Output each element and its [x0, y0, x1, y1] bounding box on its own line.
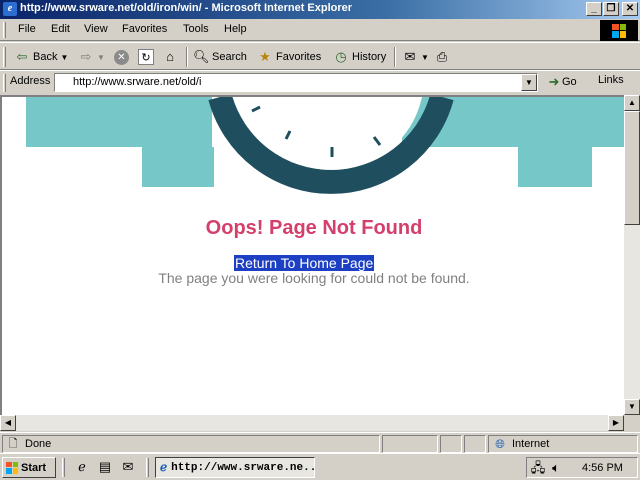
- home-icon: ⌂: [166, 49, 174, 64]
- mail-icon: ✉: [404, 49, 416, 64]
- address-box[interactable]: ▼: [54, 73, 538, 92]
- system-tray: 🖧︎ 🔈︎ 4:56 PM: [526, 457, 638, 478]
- start-label: Start: [21, 461, 47, 474]
- status-text: Done: [25, 438, 52, 450]
- volume-icon[interactable]: 🔈︎: [548, 460, 564, 476]
- favorites-label: Favorites: [276, 51, 322, 63]
- toolbar-grip: [3, 47, 6, 67]
- search-icon: 🔍︎: [193, 49, 210, 64]
- history-icon: ◷: [335, 49, 347, 64]
- not-found-message: The page you were looking for could not …: [158, 270, 470, 286]
- forward-button[interactable]: ⇨ ▼: [78, 48, 105, 66]
- back-button[interactable]: ⇦ Back ▼: [14, 48, 69, 66]
- go-label: Go: [562, 76, 577, 88]
- ie-icon: e: [3, 2, 17, 16]
- quicklaunch-grip: [62, 458, 65, 477]
- home-button[interactable]: ⌂: [162, 48, 178, 66]
- taskbar-grip: [146, 458, 149, 477]
- menu-view[interactable]: View: [84, 23, 108, 35]
- windows-logo: [600, 20, 638, 41]
- teal-block-left: [26, 97, 214, 187]
- print-button[interactable]: ⎙: [434, 48, 450, 66]
- taskbar: Start ℯ ▤ ✉ ℯ http://www.srware.ne... 🖧︎…: [0, 453, 640, 480]
- scroll-up-icon[interactable]: ▲: [624, 95, 640, 111]
- chevron-down-icon[interactable]: ▼: [97, 53, 105, 62]
- vertical-scrollbar[interactable]: ▲ ▼: [624, 95, 640, 415]
- page-viewport: Oops! Page Not Found Return To Home Page…: [0, 95, 624, 415]
- status-text-panel: 🗋︎ Done: [2, 435, 380, 453]
- clock-time[interactable]: 4:56 PM: [582, 462, 623, 474]
- favorites-button[interactable]: ★ Favorites: [257, 48, 321, 66]
- forward-arrow-icon: ⇨: [80, 49, 92, 64]
- minimize-button[interactable]: _: [586, 2, 602, 16]
- links-button[interactable]: Links: [598, 74, 624, 86]
- title-bar[interactable]: e http://www.srware.net/old/iron/win/ - …: [0, 0, 640, 19]
- history-label: History: [352, 51, 387, 63]
- search-label: Search: [212, 51, 247, 63]
- windows-flag-icon: [6, 461, 18, 474]
- scroll-thumb[interactable]: [624, 111, 640, 225]
- ie-icon: ℯ: [160, 460, 168, 475]
- stop-icon: ✕: [114, 49, 129, 65]
- scroll-down-icon[interactable]: ▼: [624, 399, 640, 415]
- network-icon[interactable]: 🖧︎: [530, 460, 546, 476]
- address-label: Address: [10, 75, 51, 87]
- scroll-corner: [624, 415, 640, 431]
- menu-favorites[interactable]: Favorites: [122, 23, 167, 35]
- scroll-left-icon[interactable]: ◀: [0, 415, 16, 431]
- close-button[interactable]: ✕: [622, 2, 638, 16]
- status-panel: [464, 435, 486, 453]
- address-bar: Address ▼ ➜ Go Links: [0, 70, 640, 94]
- toolbar-separator: [394, 47, 396, 67]
- search-button[interactable]: 🔍︎ Search: [193, 48, 247, 66]
- outlook-icon[interactable]: ✉: [120, 459, 136, 475]
- menu-help[interactable]: Help: [224, 23, 247, 35]
- menu-bar: File Edit View Favorites Tools Help: [0, 19, 640, 41]
- globe-icon: 🌐︎: [495, 437, 505, 451]
- status-panel: [382, 435, 438, 453]
- start-button[interactable]: Start: [2, 457, 56, 478]
- go-arrow-icon: ➜: [548, 74, 560, 89]
- page-heading: Oops! Page Not Found: [205, 217, 423, 239]
- horizontal-scrollbar[interactable]: ◀ ▶: [0, 415, 624, 431]
- return-home-link[interactable]: Return To Home Page: [234, 255, 375, 271]
- task-label: http://www.srware.ne...: [171, 461, 315, 474]
- mail-button[interactable]: ✉ ▼: [402, 48, 429, 66]
- print-icon: ⎙: [436, 49, 448, 64]
- status-bar: 🗋︎ Done 🌐︎ Internet: [0, 432, 640, 453]
- ie-launch-icon[interactable]: ℯ: [74, 459, 90, 475]
- go-button[interactable]: ➜ Go: [548, 74, 577, 90]
- chevron-down-icon[interactable]: ▼: [521, 74, 537, 91]
- show-desktop-icon[interactable]: ▤: [97, 459, 113, 475]
- refresh-button[interactable]: ↻: [138, 48, 154, 66]
- history-button[interactable]: ◷ History: [333, 48, 386, 66]
- status-panel: [440, 435, 462, 453]
- window-title: http://www.srware.net/old/iron/win/ - Mi…: [20, 2, 353, 14]
- menu-edit[interactable]: Edit: [51, 23, 70, 35]
- menu-grip: [3, 22, 6, 38]
- stop-button[interactable]: ✕: [114, 48, 129, 66]
- menu-tools[interactable]: Tools: [183, 23, 209, 35]
- taskbar-ie-window[interactable]: ℯ http://www.srware.ne...: [155, 457, 315, 478]
- chevron-down-icon: ▼: [421, 52, 429, 62]
- security-zone-panel[interactable]: 🌐︎ Internet: [488, 435, 638, 453]
- toolbar-separator: [186, 47, 188, 67]
- page-done-icon: 🗋︎: [8, 438, 18, 450]
- address-grip: [3, 74, 6, 92]
- maximize-button[interactable]: ❐: [603, 2, 619, 16]
- scroll-right-icon[interactable]: ▶: [608, 415, 624, 431]
- standard-toolbar: ⇦ Back ▼ ⇨ ▼ ✕ ↻ ⌂ 🔍︎ Search ★ Favorites…: [0, 42, 640, 70]
- back-arrow-icon: ⇦: [16, 49, 28, 64]
- refresh-icon: ↻: [138, 49, 154, 65]
- back-label: Back: [33, 51, 58, 63]
- address-input[interactable]: [73, 76, 513, 88]
- menu-file[interactable]: File: [18, 23, 36, 35]
- zone-label: Internet: [512, 438, 550, 450]
- favorites-icon: ★: [259, 49, 271, 64]
- chevron-down-icon[interactable]: ▼: [60, 53, 68, 62]
